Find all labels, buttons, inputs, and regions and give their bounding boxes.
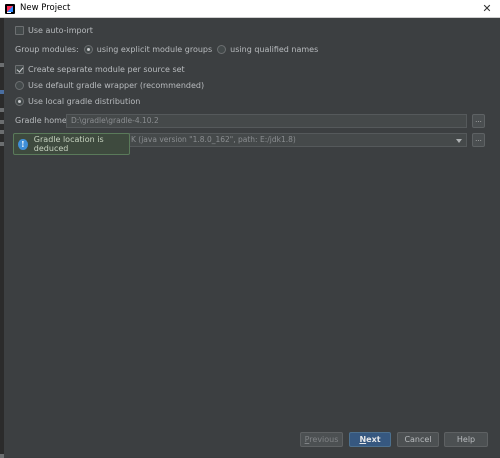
previous-label: revious bbox=[309, 435, 339, 444]
strip-mark bbox=[0, 90, 4, 94]
explicit-module-groups-radio[interactable] bbox=[83, 45, 93, 54]
strip-mark bbox=[0, 63, 4, 67]
separate-module-checkbox[interactable] bbox=[15, 65, 24, 74]
local-gradle-distribution-radio[interactable] bbox=[15, 97, 24, 106]
separate-module-option[interactable]: Create separate module per source set bbox=[15, 65, 185, 74]
group-modules-row: Group modules: using explicit module gro… bbox=[15, 45, 318, 54]
info-icon: ! bbox=[18, 138, 28, 150]
strip-mark bbox=[0, 130, 4, 134]
group-modules-label: Group modules: bbox=[15, 45, 79, 54]
new-project-dialog: New Project ✕ Use auto-import Group modu… bbox=[0, 0, 500, 458]
explicit-module-groups-label[interactable]: using explicit module groups bbox=[97, 45, 212, 54]
strip-mark bbox=[0, 142, 4, 146]
local-gradle-distribution-option[interactable]: Use local gradle distribution bbox=[15, 97, 140, 106]
title-bar: New Project ✕ bbox=[0, 0, 500, 18]
gradle-home-row: Gradle home: bbox=[15, 116, 70, 125]
background-window-strip bbox=[0, 18, 4, 458]
gradle-home-label: Gradle home: bbox=[15, 116, 70, 125]
intellij-app-icon bbox=[5, 4, 15, 14]
default-gradle-wrapper-option[interactable]: Use default gradle wrapper (recommended) bbox=[15, 81, 204, 90]
tooltip-text: Gradle location is deduced bbox=[33, 135, 104, 153]
close-icon[interactable]: ✕ bbox=[480, 2, 494, 16]
default-gradle-wrapper-label: Use default gradle wrapper (recommended) bbox=[28, 81, 205, 90]
next-button[interactable]: Next bbox=[349, 432, 391, 447]
next-label: ext bbox=[366, 435, 381, 444]
strip-mark bbox=[0, 454, 4, 458]
local-gradle-distribution-label: Use local gradle distribution bbox=[28, 97, 141, 106]
previous-button[interactable]: Previous bbox=[300, 432, 343, 447]
strip-mark bbox=[0, 120, 4, 124]
default-gradle-wrapper-radio[interactable] bbox=[15, 81, 24, 90]
cancel-button[interactable]: Cancel bbox=[397, 432, 439, 447]
separate-module-label: Create separate module per source set bbox=[28, 65, 185, 74]
auto-import-option[interactable]: Use auto-import bbox=[15, 26, 93, 35]
auto-import-label: Use auto-import bbox=[28, 26, 93, 35]
gradle-home-input[interactable]: D:\gradle\gradle-4.10.2 bbox=[66, 114, 467, 128]
gradle-location-tooltip: ! Gradle location is deduced bbox=[13, 133, 130, 155]
gradle-home-browse-button[interactable]: ... bbox=[472, 114, 485, 128]
help-button[interactable]: Help bbox=[444, 432, 488, 447]
window-title: New Project bbox=[20, 3, 71, 13]
gradle-jvm-browse-button[interactable]: ... bbox=[472, 133, 485, 147]
qualified-names-label[interactable]: using qualified names bbox=[230, 45, 318, 54]
qualified-names-radio[interactable] bbox=[217, 45, 227, 54]
strip-mark bbox=[0, 108, 4, 112]
chevron-down-icon[interactable] bbox=[456, 139, 462, 143]
auto-import-checkbox[interactable] bbox=[15, 26, 24, 35]
